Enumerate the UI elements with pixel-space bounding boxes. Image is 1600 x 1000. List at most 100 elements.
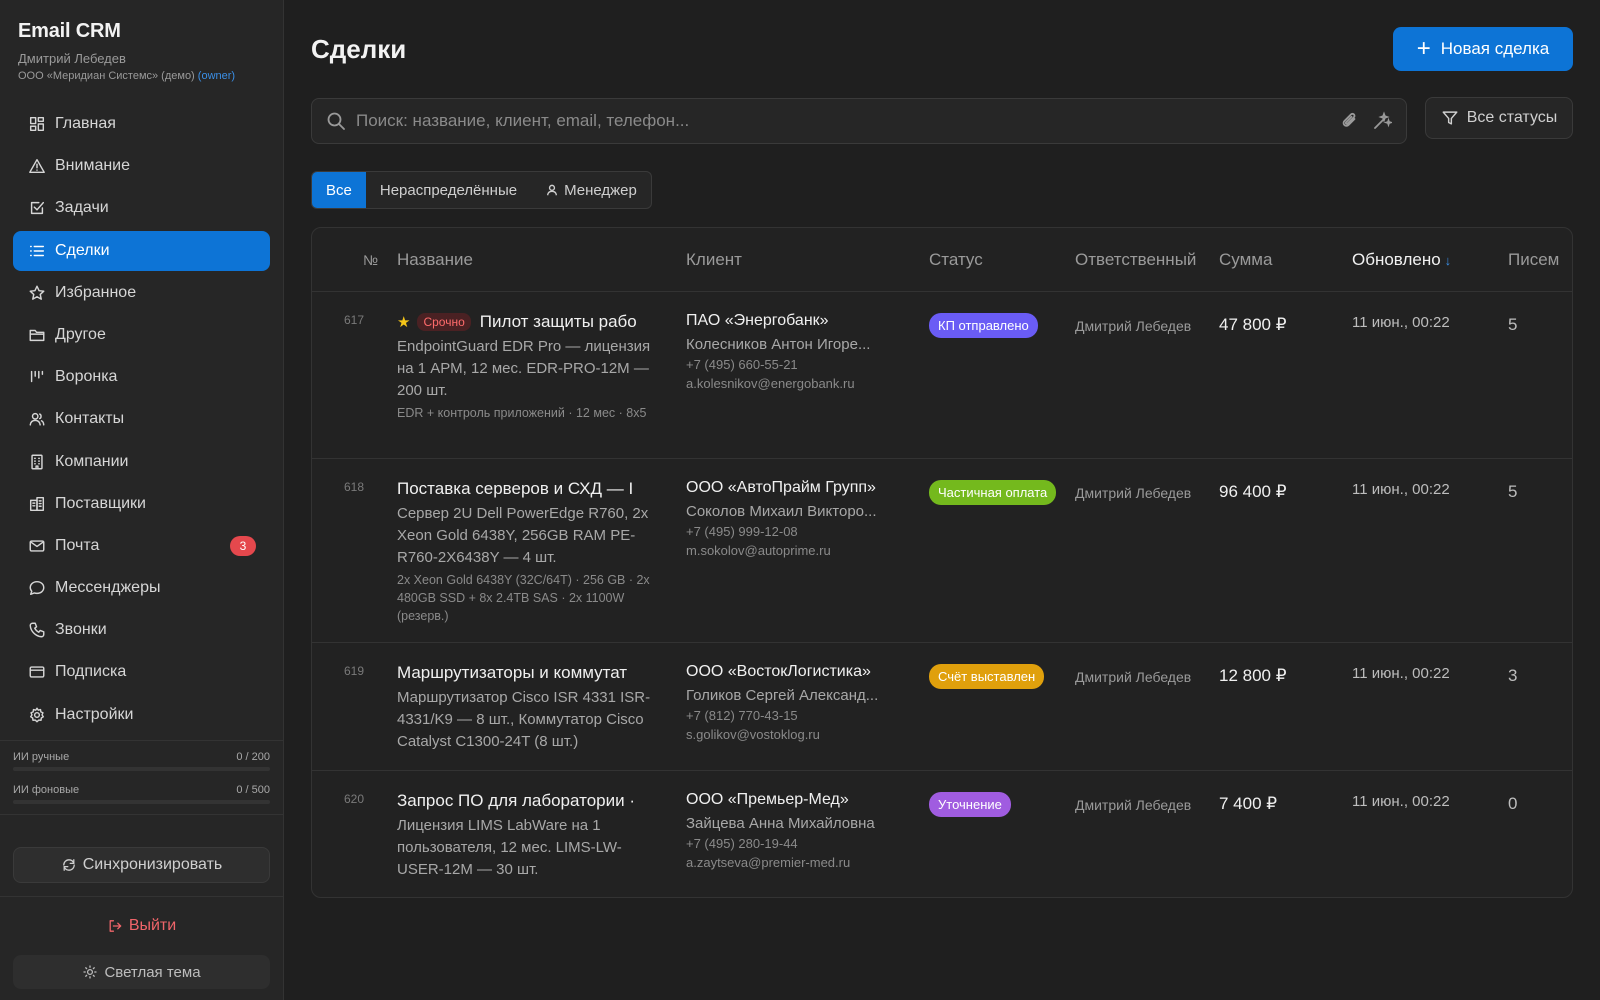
table-row[interactable]: 620 Запрос ПО для лаборатории · Лицензия… [312, 771, 1572, 897]
column-status[interactable]: Статус [929, 250, 983, 270]
client-phone[interactable]: +7 (495) 280-19-44 [686, 836, 906, 851]
deal-title[interactable]: Запрос ПО для лаборатории · [397, 791, 651, 811]
tab-all[interactable]: Все [312, 172, 366, 208]
sidebar-item-mail[interactable]: Почта 3 [13, 526, 270, 566]
table-row[interactable]: 619 Маршрутизаторы и коммутат Маршрутиза… [312, 643, 1572, 771]
column-updated[interactable]: Обновлено ↓ [1352, 250, 1451, 270]
client-company[interactable]: ООО «Премьер-Мед» [686, 791, 906, 809]
table-row[interactable]: 618 Поставка серверов и СХД — I Сервер 2… [312, 459, 1572, 643]
letters-count: 3 [1508, 666, 1518, 685]
updated-time: 11 июн., 00:22 [1352, 481, 1450, 498]
deal-description: EndpointGuard EDR Pro — лицензия на 1 АР… [397, 338, 651, 399]
deal-title[interactable]: Пилот защиты рабо [480, 312, 637, 332]
client-company[interactable]: ПАО «Энергобанк» [686, 312, 906, 330]
theme-toggle-label: Светлая тема [104, 963, 201, 981]
sidebar-item-suppliers[interactable]: Поставщики [13, 484, 270, 524]
sidebar-item-favorites[interactable]: Избранное [13, 273, 270, 313]
sidebar-item-contacts[interactable]: Контакты [13, 399, 270, 439]
sidebar-item-attention[interactable]: Внимание [13, 146, 270, 186]
sidebar-item-funnel[interactable]: Воронка [13, 357, 270, 397]
sidebar-item-label: Внимание [55, 157, 131, 175]
sidebar-item-home[interactable]: Главная [13, 104, 270, 144]
deal-cell: Запрос ПО для лаборатории · Лицензия LIM… [397, 791, 651, 881]
sidebar-item-label: Сделки [55, 241, 110, 259]
search-input[interactable] [356, 111, 1328, 131]
building-icon [27, 452, 47, 472]
column-owner[interactable]: Ответственный [1075, 250, 1196, 270]
deal-number: 619 [344, 664, 365, 678]
sun-icon [83, 965, 98, 979]
status-badge[interactable]: Счёт выставлен [929, 664, 1045, 689]
status-badge[interactable]: КП отправлено [929, 313, 1038, 338]
tab-manager-label: Менеджер [564, 181, 637, 199]
status-filter-button[interactable]: Все статусы [1425, 97, 1573, 139]
column-sum[interactable]: Сумма [1219, 250, 1272, 270]
new-deal-button[interactable]: + Новая сделка [1393, 27, 1573, 71]
client-cell: ООО «АвтоПрайм Групп» Соколов Михаил Вик… [686, 479, 906, 558]
ai-background-progress [13, 800, 270, 804]
sync-button[interactable]: Синхронизировать [13, 847, 270, 883]
phone-icon [27, 620, 47, 640]
client-email[interactable]: a.kolesnikov@energobank.ru [686, 376, 906, 391]
tab-manager[interactable]: Менеджер [531, 172, 651, 208]
chat-icon [27, 578, 47, 598]
favorite-star-icon[interactable]: ★ [397, 313, 410, 331]
logout-icon [109, 920, 122, 932]
client-contact-name: Соколов Михаил Викторо... [686, 503, 877, 520]
client-email[interactable]: m.sokolov@autoprime.ru [686, 543, 906, 558]
column-client[interactable]: Клиент [686, 250, 742, 270]
client-company[interactable]: ООО «ВостокЛогистика» [686, 663, 906, 681]
deal-title[interactable]: Маршрутизаторы и коммутат [397, 663, 651, 683]
deal-title-line: ★ Срочно Пилот защиты рабо [397, 312, 651, 332]
checkbox-icon [27, 198, 47, 218]
deal-sum: 7 400 ₽ [1219, 794, 1278, 813]
ai-sparkle-icon[interactable] [1372, 111, 1392, 131]
deal-details: 2x Xeon Gold 6438Y (32C/64T) · 256 GB · … [397, 573, 650, 623]
ai-manual-label: ИИ ручные [13, 751, 70, 763]
sidebar-item-label: Компании [55, 452, 129, 470]
paperclip-icon[interactable] [1340, 111, 1360, 131]
sidebar-item-label: Почта [55, 536, 100, 554]
app: Email CRM Дмитрий Лебедев ООО «Меридиан … [0, 0, 1600, 1000]
client-email[interactable]: s.golikov@vostoklog.ru [686, 727, 906, 742]
sidebar-item-label: Контакты [55, 410, 125, 428]
ai-background-label: ИИ фоновые [13, 784, 80, 796]
client-email[interactable]: a.zaytseva@premier-med.ru [686, 855, 906, 870]
deal-title[interactable]: Поставка серверов и СХД — I [397, 479, 651, 499]
sidebar-item-subscription[interactable]: Подписка [13, 652, 270, 692]
sidebar-item-messengers[interactable]: Мессенджеры [13, 568, 270, 608]
column-title[interactable]: Название [397, 250, 473, 270]
client-phone[interactable]: +7 (495) 999-12-08 [686, 524, 906, 539]
client-phone[interactable]: +7 (812) 770-43-15 [686, 708, 906, 723]
sidebar-item-deals[interactable]: Сделки [13, 230, 270, 271]
column-num[interactable]: № [363, 252, 378, 268]
deal-number: 617 [344, 313, 365, 327]
users-icon [27, 409, 47, 429]
table-row[interactable]: 617 ★ Срочно Пилот защиты рабо EndpointG… [312, 292, 1572, 459]
status-badge[interactable]: Уточнение [929, 792, 1011, 817]
client-phone[interactable]: +7 (495) 660-55-21 [686, 357, 906, 372]
ai-manual-value: 0 / 200 [236, 751, 270, 763]
logout-button[interactable]: Выйти [13, 915, 270, 937]
sidebar-item-label: Воронка [55, 368, 118, 386]
client-company[interactable]: ООО «АвтоПрайм Групп» [686, 479, 906, 497]
org-name: ООО «Меридиан Системс» (демо) [18, 70, 195, 82]
theme-toggle-button[interactable]: Светлая тема [13, 955, 270, 989]
column-letters[interactable]: Писем [1508, 250, 1559, 270]
sidebar: Email CRM Дмитрий Лебедев ООО «Меридиан … [0, 0, 284, 1000]
funnel-icon [27, 367, 47, 387]
deal-description: Сервер 2U Dell PowerEdge R760, 2x Xeon G… [397, 505, 649, 566]
sidebar-item-settings[interactable]: Настройки [13, 695, 270, 735]
client-contact-name: Зайцева Анна Михайловна [686, 815, 875, 832]
client-contact-name: Голиков Сергей Александ... [686, 687, 879, 704]
sidebar-item-calls[interactable]: Звонки [13, 610, 270, 650]
sidebar-item-tasks[interactable]: Задачи [13, 188, 270, 228]
sidebar-item-companies[interactable]: Компании [13, 442, 270, 482]
letters-count: 5 [1508, 482, 1518, 501]
sidebar-item-label: Настройки [55, 705, 134, 723]
tab-unassigned[interactable]: Нераспределённые [366, 172, 531, 208]
main-content: Сделки + Новая сделка Все статусы Все Не… [284, 0, 1600, 1000]
sidebar-item-other[interactable]: Другое [13, 315, 270, 355]
status-badge[interactable]: Частичная оплата [929, 480, 1057, 505]
deal-number: 620 [344, 792, 365, 806]
